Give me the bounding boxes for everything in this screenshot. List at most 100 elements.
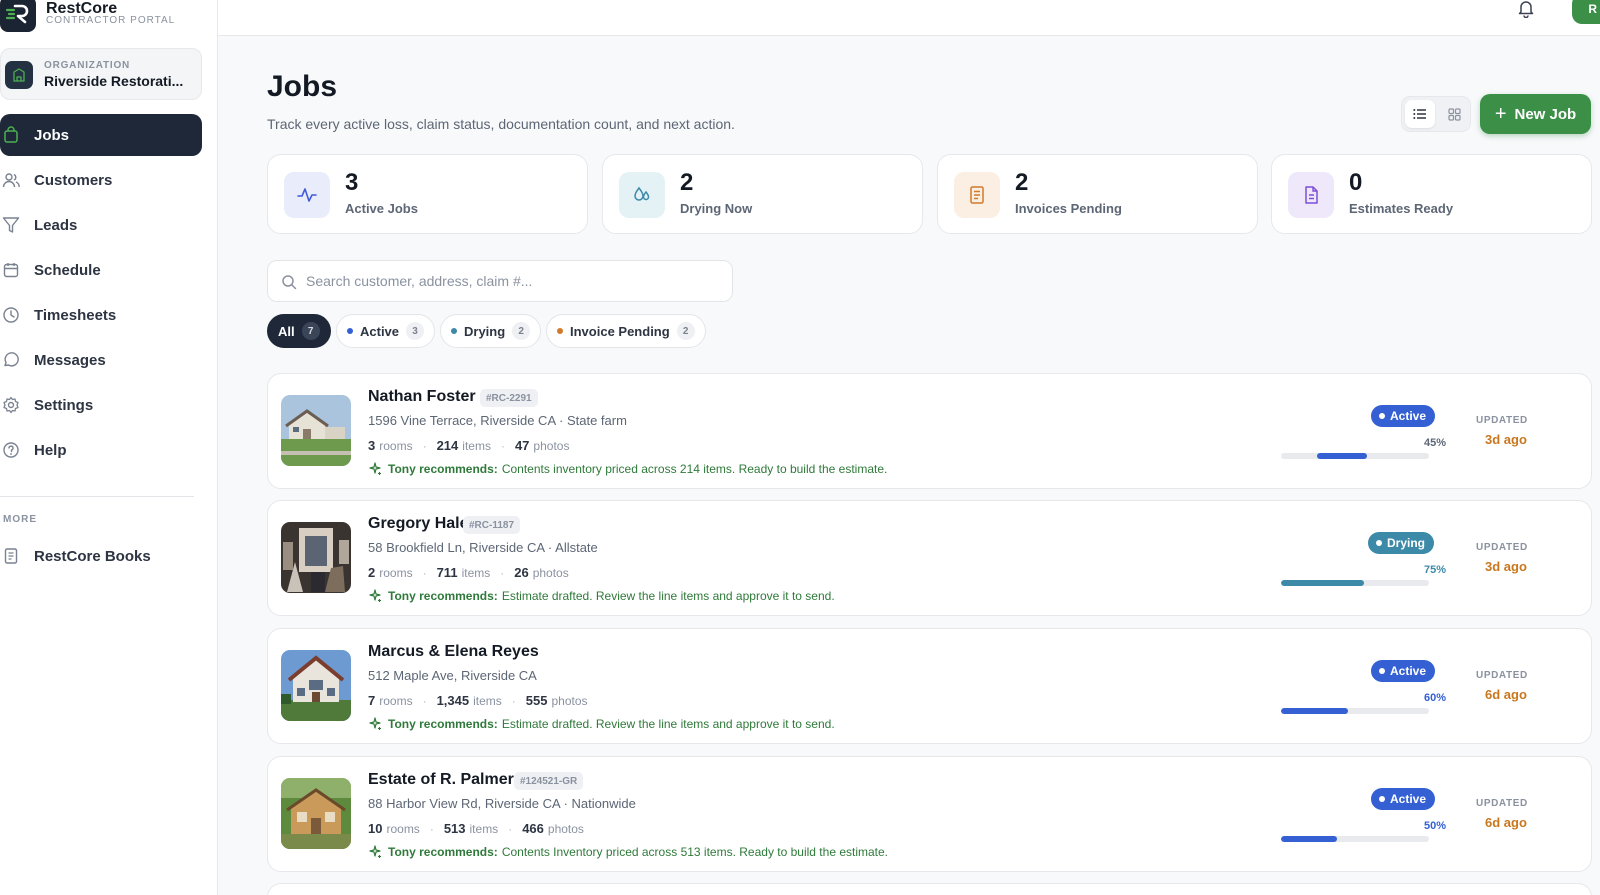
claim-number-badge: #124521-GR — [514, 772, 584, 790]
photos-label: photos — [533, 439, 570, 453]
organization-switcher[interactable]: ORGANIZATION Riverside Restorati... — [0, 48, 202, 100]
plus-icon: + — [1494, 103, 1507, 125]
progress-bar — [1281, 453, 1429, 459]
stat-label: Estimates Ready — [1349, 201, 1454, 216]
recommendation-text: Estimate drafted. Review the line items … — [501, 589, 835, 603]
tony-recommendation: Tony recommends: Estimate drafted. Revie… — [368, 717, 835, 731]
receipt-icon — [954, 172, 1000, 218]
customer-name[interactable]: Nathan Foster — [368, 388, 476, 406]
users-icon — [2, 173, 20, 188]
job-card[interactable]: Marcus & Elena Reyes 512 Maple Ave, Rive… — [267, 628, 1592, 744]
filter-chip-label: Drying — [464, 323, 506, 339]
stat-card-invoices-pending[interactable]: 2 Invoices Pending — [937, 154, 1258, 234]
activity-icon — [284, 172, 330, 218]
rooms-count: 3 — [368, 438, 376, 453]
rooms-count: 7 — [368, 693, 376, 708]
recommendation-text: Contents inventory priced across 214 ite… — [501, 462, 888, 476]
stat-value: 0 — [1349, 169, 1363, 196]
photos-count: 47 — [514, 438, 530, 453]
list-view-button[interactable] — [1405, 100, 1435, 128]
sidebar-item-label: Customers — [34, 171, 113, 189]
recommendation-label: Tony recommends: — [388, 589, 498, 603]
progress-fill — [1317, 453, 1367, 459]
rooms-label: rooms — [379, 439, 413, 453]
rooms-count: 10 — [368, 821, 383, 836]
updated-label: UPDATED — [1476, 798, 1528, 809]
sidebar-item-label: Timesheets — [34, 306, 117, 324]
filter-chip-count: 3 — [406, 322, 425, 340]
items-label: items — [462, 439, 491, 453]
items-label: items — [461, 566, 491, 580]
status-dot — [1379, 796, 1385, 802]
gear-icon — [3, 396, 19, 414]
progress-bar — [1281, 836, 1429, 842]
sidebar-item-restcore-books[interactable]: RestCore Books — [0, 535, 202, 577]
status-dot — [1379, 413, 1385, 419]
search-input[interactable] — [306, 261, 726, 301]
new-job-button[interactable]: + New Job — [1480, 94, 1591, 134]
job-card[interactable]: Estate of R. Palmer #124521-GR 88 Harbor… — [267, 756, 1592, 872]
job-counts: 10 rooms · 513 items · 466 photos — [368, 821, 584, 836]
job-address: 88 Harbor View Rd, Riverside CA · Nation… — [368, 796, 636, 811]
separator: · — [511, 694, 516, 708]
job-card[interactable]: Nathan Foster #RC-2291 1596 Vine Terrace… — [267, 373, 1592, 489]
job-card[interactable]: Gregory Hale #RC-1187 58 Brookfield Ln, … — [267, 500, 1592, 616]
sidebar-item-messages[interactable]: Messages — [0, 339, 202, 381]
items-count: 513 — [443, 821, 466, 836]
customer-name[interactable]: Estate of R. Palmer — [368, 771, 514, 789]
property-photo — [281, 395, 351, 466]
status-badge: Active — [1371, 660, 1436, 682]
status-badge: Active — [1371, 788, 1436, 810]
rooms-label: rooms — [386, 822, 420, 836]
progress-percent: 45% — [1423, 437, 1446, 449]
building-icon — [5, 61, 33, 89]
book-icon — [4, 548, 18, 564]
separator: · — [422, 566, 427, 580]
sidebar-item-help[interactable]: Help — [0, 429, 202, 471]
sidebar-item-jobs[interactable]: Jobs — [0, 114, 202, 156]
filter-chip-drying[interactable]: Drying 2 — [440, 314, 542, 348]
sidebar-item-settings[interactable]: Settings — [0, 384, 202, 426]
progress-percent: 50% — [1423, 820, 1446, 832]
filter-chip-invoice-pending[interactable]: Invoice Pending 2 — [546, 314, 706, 348]
view-toggle — [1401, 96, 1471, 132]
sidebar-item-leads[interactable]: Leads — [0, 204, 202, 246]
separator: · — [429, 822, 434, 836]
updated-label: UPDATED — [1476, 670, 1528, 681]
status-label: Active — [1390, 409, 1427, 423]
stat-card-drying-now[interactable]: 2 Drying Now — [602, 154, 923, 234]
filter-chip-all[interactable]: All 7 — [267, 314, 331, 348]
separator: · — [422, 439, 427, 453]
grid-view-button[interactable] — [1439, 100, 1469, 128]
sidebar-item-customers[interactable]: Customers — [0, 159, 202, 201]
tony-recommendation: Tony recommends: Contents Inventory pric… — [368, 845, 888, 859]
customer-name[interactable]: Gregory Hale — [368, 515, 468, 533]
clock-icon — [3, 307, 19, 323]
rooms-count: 2 — [368, 565, 376, 580]
property-photo — [281, 778, 351, 849]
customer-name[interactable]: Marcus & Elena Reyes — [368, 643, 539, 661]
sidebar-item-schedule[interactable]: Schedule — [0, 249, 202, 291]
job-card-partial[interactable] — [267, 883, 1592, 895]
filter-chip-active[interactable]: Active 3 — [336, 314, 436, 348]
stat-card-estimates-ready[interactable]: 0 Estimates Ready — [1271, 154, 1592, 234]
restcore-logo-icon — [0, 0, 36, 32]
recommendation-label: Tony recommends: — [388, 717, 498, 731]
recommendation-text: Contents Inventory priced across 513 ite… — [501, 845, 889, 859]
photos-count: 555 — [525, 693, 548, 708]
page-title: Jobs — [267, 70, 338, 103]
sidebar-item-timesheets[interactable]: Timesheets — [0, 294, 202, 336]
property-photo — [281, 522, 351, 593]
status-badge: Active — [1371, 405, 1436, 427]
bell-icon[interactable] — [1516, 0, 1536, 18]
stat-value: 2 — [680, 169, 694, 196]
stat-card-active-jobs[interactable]: 3 Active Jobs — [267, 154, 588, 234]
updated-label: UPDATED — [1476, 542, 1528, 553]
user-avatar[interactable]: R — [1572, 0, 1600, 24]
job-address: 512 Maple Ave, Riverside CA — [368, 668, 537, 683]
filter-chip-count: 2 — [676, 322, 695, 340]
tony-recommendation: Tony recommends: Estimate drafted. Revie… — [368, 589, 835, 603]
stat-label: Drying Now — [680, 201, 753, 216]
brand-subtitle: CONTRACTOR PORTAL — [46, 15, 176, 26]
stat-label: Active Jobs — [345, 201, 418, 216]
